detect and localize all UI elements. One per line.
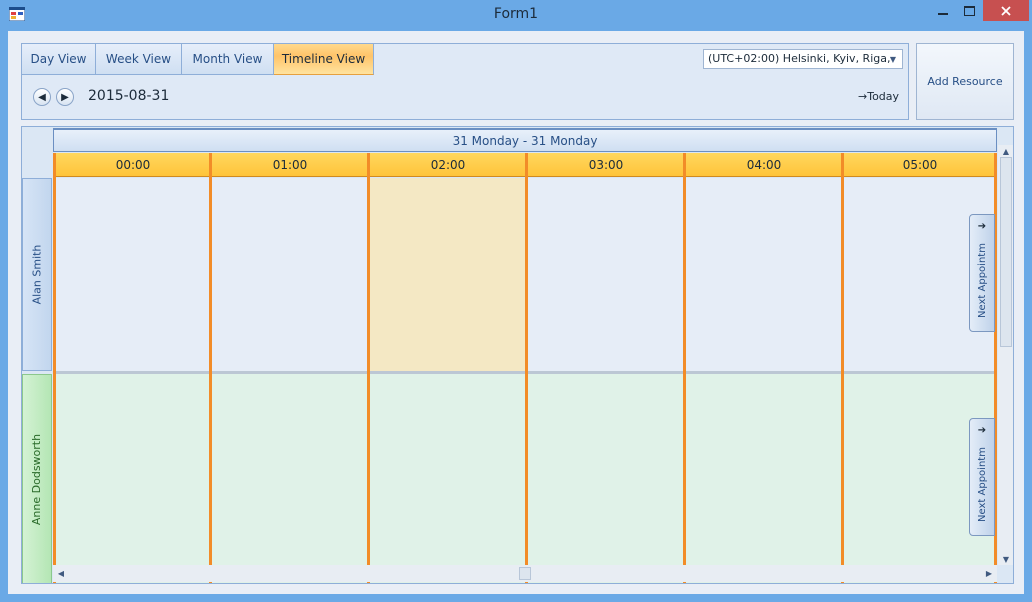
app-window: Form1 Day View Week View Month View Time…	[0, 0, 1032, 602]
timeline-scheduler: 31 Monday - 31 Monday 00:00 01:00 02:00 …	[21, 126, 1014, 584]
time-slot[interactable]	[369, 374, 527, 583]
resource-header-alan-smith[interactable]: Alan Smith	[22, 178, 52, 371]
scroll-left-icon[interactable]: ◀	[53, 565, 69, 582]
arrow-right-icon: ▶	[61, 91, 69, 103]
hour-header-01: 01:00	[211, 153, 369, 177]
chevron-down-icon[interactable]: ▼	[886, 52, 900, 66]
vertical-scroll-thumb[interactable]	[1000, 157, 1012, 347]
hour-header-05: 05:00	[843, 153, 997, 177]
vertical-scrollbar[interactable]: ▲ ▼	[998, 145, 1013, 565]
time-slot[interactable]	[685, 178, 843, 371]
resource-name: Alan Smith	[30, 244, 44, 305]
tab-day-view[interactable]: Day View	[22, 44, 96, 75]
current-date: 2015-08-31	[88, 88, 170, 104]
time-slot[interactable]	[211, 178, 369, 371]
scroll-up-icon[interactable]: ▲	[998, 145, 1013, 157]
hour-header-02: 02:00	[369, 153, 527, 177]
maximize-icon	[964, 5, 975, 16]
resource-header-anne-dodsworth[interactable]: Anne Dodsworth	[22, 374, 52, 583]
header-corner	[22, 127, 53, 177]
time-slot[interactable]	[527, 178, 685, 371]
hour-header-03: 03:00	[527, 153, 685, 177]
form-client-area: Day View Week View Month View Timeline V…	[8, 31, 1024, 594]
time-slot[interactable]	[55, 178, 211, 371]
title-bar: Form1	[0, 0, 1032, 30]
previous-button[interactable]: ◀	[33, 88, 51, 106]
hour-header-04: 04:00	[685, 153, 843, 177]
time-slot[interactable]	[55, 374, 211, 583]
scroll-down-icon[interactable]: ▼	[998, 553, 1013, 565]
time-slot[interactable]	[527, 374, 685, 583]
window-title: Form1	[493, 6, 539, 22]
arrow-right-icon: →	[858, 90, 868, 103]
arrow-right-icon: ➔	[977, 425, 987, 436]
minimize-button[interactable]	[929, 0, 956, 21]
timezone-dropdown[interactable]: (UTC+02:00) Helsinki, Kyiv, Riga, ▼	[703, 49, 903, 69]
hour-divider	[841, 153, 844, 583]
tab-month-view[interactable]: Month View	[182, 44, 274, 75]
hour-divider	[53, 153, 56, 583]
hour-divider	[209, 153, 212, 583]
horizontal-scroll-thumb[interactable]	[519, 567, 531, 580]
next-appointment-button[interactable]: ➔ Next Appointm	[969, 418, 995, 536]
timezone-value: (UTC+02:00) Helsinki, Kyiv, Riga,	[708, 52, 891, 65]
time-slot[interactable]	[685, 374, 843, 583]
hour-divider	[525, 153, 528, 583]
minimize-icon	[937, 12, 948, 15]
scroll-right-icon[interactable]: ▶	[981, 565, 997, 582]
next-appointment-label: Next Appointm	[976, 446, 988, 522]
hour-divider	[367, 153, 370, 583]
add-resource-button[interactable]: Add Resource	[916, 43, 1014, 120]
scheduler-toolbar: Day View Week View Month View Timeline V…	[21, 43, 909, 120]
next-appointment-button[interactable]: ➔ Next Appointm	[969, 214, 995, 332]
time-slot[interactable]	[211, 374, 369, 583]
tab-week-view[interactable]: Week View	[96, 44, 182, 75]
tab-timeline-view[interactable]: Timeline View	[274, 44, 374, 75]
hour-divider	[683, 153, 686, 583]
maximize-button[interactable]	[956, 0, 983, 21]
view-tabs: Day View Week View Month View Timeline V…	[22, 44, 374, 75]
horizontal-scrollbar[interactable]: ◀ ▶	[53, 565, 997, 582]
today-label: Today	[867, 90, 900, 103]
today-link[interactable]: →Today	[858, 90, 899, 103]
next-appointment-label: Next Appointm	[976, 242, 988, 318]
date-range-header: 31 Monday - 31 Monday	[53, 128, 997, 152]
resource-name: Anne Dodsworth	[30, 433, 44, 526]
next-button[interactable]: ▶	[56, 88, 74, 106]
hour-header-00: 00:00	[53, 153, 211, 177]
close-button[interactable]	[983, 0, 1029, 21]
time-slot-highlighted[interactable]	[369, 178, 527, 371]
arrow-right-icon: ➔	[977, 221, 987, 232]
arrow-left-icon: ◀	[38, 91, 46, 103]
close-icon	[1001, 5, 1011, 16]
